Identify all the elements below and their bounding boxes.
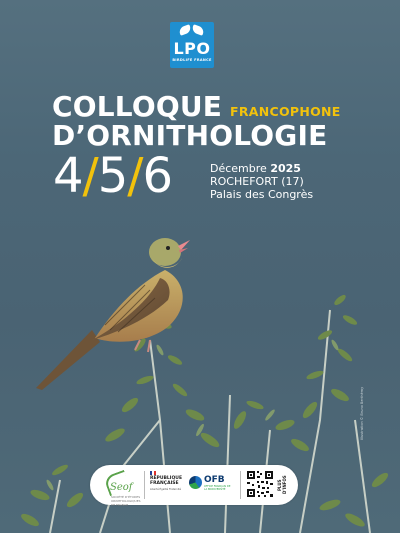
ofb-logo: OFB OFFICE FRANÇAIS DE LA BIODIVERSITÉ	[189, 475, 233, 495]
logo-subtitle: BIRDLIFE FRANCE	[172, 58, 212, 62]
photo-credit: Illustration © Bruno Berthémy	[360, 386, 364, 440]
seof-tagline: SOCIÉTÉ D’ÉTUDES ORNITHOLOGIQUES DE FRAN…	[111, 495, 141, 507]
bird-on-branch-photo	[21, 238, 389, 533]
divider	[144, 471, 145, 499]
bird	[36, 238, 190, 390]
rf-line-2: FRANÇAISE	[150, 480, 179, 486]
qr-label: PLUS D’INFOS	[277, 475, 287, 495]
title-line-2: D’ORNITHOLOGIE	[52, 119, 328, 152]
logo-bird-icon	[190, 24, 206, 36]
partners-bar: Seof SOCIÉTÉ D’ÉTUDES ORNITHOLOGIQUES DE…	[90, 465, 298, 507]
day-2: 5	[97, 148, 129, 204]
date-separator: /	[127, 148, 143, 204]
french-flag-icon	[150, 471, 156, 475]
ofb-subtitle: OFFICE FRANÇAIS DE LA BIODIVERSITÉ	[204, 485, 231, 491]
year: 2025	[270, 162, 301, 175]
logo-bird-icon	[177, 24, 193, 36]
qr-code[interactable]	[246, 470, 274, 498]
rf-text: RÉPUBLIQUE FRANÇAISE	[150, 476, 182, 487]
logo-text: LPO	[173, 39, 211, 58]
republique-francaise-logo: RÉPUBLIQUE FRANÇAISE Liberté Égalité Frat…	[150, 471, 192, 499]
event-poster: LPO BIRDLIFE FRANCE COLLOQUE FRANCOPHONE…	[0, 0, 400, 533]
ofb-name: OFB	[204, 475, 225, 485]
event-days: 4/5/6	[53, 152, 173, 200]
event-month: Décembre 2025	[210, 163, 301, 174]
event-venue: Palais des Congrès	[210, 188, 314, 201]
lpo-logo: LPO BIRDLIFE FRANCE	[170, 22, 214, 68]
month: Décembre	[210, 162, 267, 175]
date-separator: /	[82, 148, 99, 204]
event-city: ROCHEFORT (17)	[210, 175, 304, 188]
seof-name: Seof	[110, 482, 133, 493]
rf-motto: Liberté Égalité Fraternité	[150, 488, 182, 491]
day-3: 6	[142, 148, 173, 204]
divider	[240, 471, 241, 499]
ofb-circle-icon	[189, 476, 202, 489]
title-accent: FRANCOPHONE	[230, 104, 341, 119]
seof-logo: Seof SOCIÉTÉ D’ÉTUDES ORNITHOLOGIQUES DE…	[103, 469, 141, 507]
day-1: 4	[53, 148, 84, 204]
title-line-1: COLLOQUE	[52, 90, 223, 123]
